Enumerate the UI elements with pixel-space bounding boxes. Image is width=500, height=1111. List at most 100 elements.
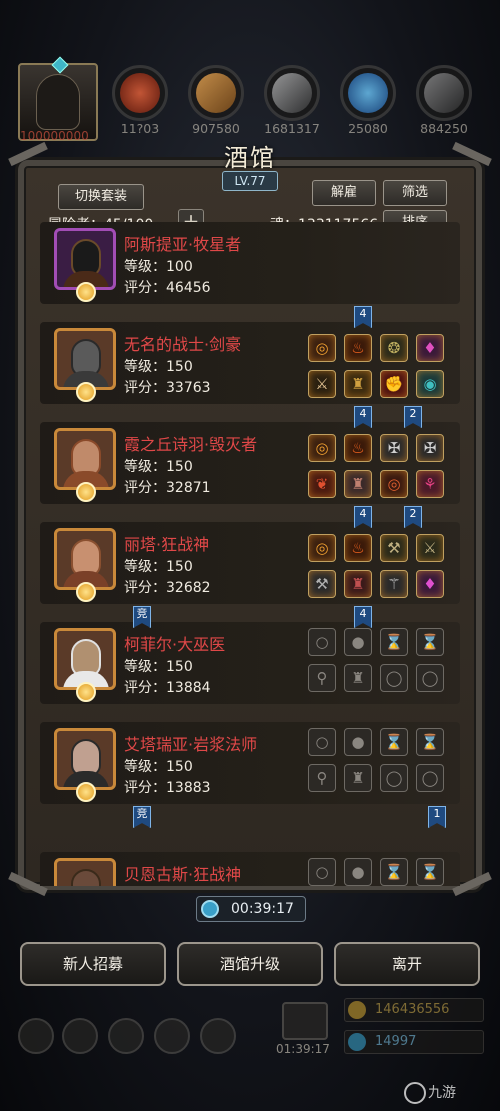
menu-icon[interactable] — [18, 1018, 54, 1054]
leave-button[interactable]: 离开 — [334, 942, 480, 986]
hero-face — [71, 869, 101, 886]
armor-icon[interactable]: ♜ — [344, 570, 372, 598]
ring-icon[interactable]: ◎ — [308, 534, 336, 562]
anvil-icon[interactable] — [264, 65, 320, 121]
hero-card[interactable]: 霞之丘诗羽·毁灭者 等级：150 评分：32871 ◎ ♨ ✠ ✠ ❦ ♜ ◎ … — [40, 422, 460, 504]
arena-tag: 竞 — [133, 806, 151, 828]
hero-card[interactable]: 艾塔瑞亚·岩浆法师 等级：150 评分：13883 ○ ● ⌛ ⌛ ⚲ ♜ ◯ … — [40, 722, 460, 804]
hero-name: 贝恩古斯·狂战神 — [124, 865, 242, 884]
armor-icon[interactable]: ♜ — [344, 370, 372, 398]
ring-icon[interactable]: ◎ — [380, 470, 408, 498]
orb-ring-icon[interactable]: ◉ — [416, 370, 444, 398]
empty-armor-slot-icon[interactable]: ♜ — [344, 764, 372, 792]
hero-portrait — [54, 228, 116, 290]
hero-card[interactable]: 无名的战士·剑豪 等级：150 评分：33763 ◎ ♨ ❂ ♦ ⚔ ♜ ✊ ◉ — [40, 322, 460, 404]
watermark-logo-icon — [404, 1082, 426, 1104]
treasure-chest-icon[interactable] — [282, 1002, 328, 1040]
flame-icon[interactable]: ♨ — [344, 334, 372, 362]
hero-level: 等级：100 — [124, 259, 193, 275]
flame-icon[interactable]: ♨ — [344, 534, 372, 562]
empty-ring-slot-icon[interactable]: ◯ — [416, 664, 444, 692]
set-count-tag: 1 — [428, 806, 446, 828]
gem-value: 14997 — [375, 1034, 417, 1049]
empty-staff-slot-icon[interactable]: ⚲ — [308, 664, 336, 692]
hero-portrait — [54, 858, 116, 886]
menu-icon[interactable] — [62, 1018, 98, 1054]
empty-drop-slot-icon[interactable]: ● — [344, 858, 372, 886]
sword-icon[interactable]: ⚔ — [308, 370, 336, 398]
armor-icon[interactable]: ♜ — [344, 470, 372, 498]
hero-score: 评分：46456 — [124, 280, 211, 296]
hero-name: 艾塔瑞亚·岩浆法师 — [124, 735, 258, 754]
empty-ring-slot-icon[interactable]: ○ — [308, 728, 336, 756]
clock-icon — [201, 900, 219, 918]
empty-staff-slot-icon[interactable]: ⚲ — [308, 764, 336, 792]
hero-level: 等级：150 — [124, 759, 193, 775]
hero-name: 阿斯提亚·牧星者 — [124, 235, 242, 254]
boots-icon[interactable]: ⚘ — [416, 470, 444, 498]
hero-card[interactable]: 丽塔·狂战神 等级：150 评分：32682 ◎ ♨ ⚒ ⚔ ⚒ ♜ ⚚ ♦ — [40, 522, 460, 604]
flame-icon[interactable]: ♨ — [344, 434, 372, 462]
potion-icon[interactable]: ♦ — [416, 334, 444, 362]
hero-card[interactable]: 阿斯提亚·牧星者 等级：100 评分：46456 — [40, 222, 460, 304]
empty-necklace-slot-icon[interactable]: ⌛ — [380, 628, 408, 656]
empty-necklace-slot-icon[interactable]: ⌛ — [416, 858, 444, 886]
amulet-icon[interactable]: ❂ — [380, 334, 408, 362]
resource-bar: 100000000 11?03 907580 1681317 25080 884… — [0, 55, 500, 143]
player-power: 100000000 — [20, 129, 89, 143]
rank-sun-icon — [76, 282, 96, 302]
hero-card[interactable]: 贝恩古斯·狂战神 ○ ● ⌛ ⌛ — [40, 852, 460, 886]
scroll-icon[interactable] — [188, 65, 244, 121]
resource-value: 25080 — [348, 121, 388, 136]
mace-icon[interactable]: ⚒ — [380, 534, 408, 562]
gauntlet-icon[interactable]: ✊ — [380, 370, 408, 398]
hero-level: 等级：150 — [124, 459, 193, 475]
rank-sun-icon — [76, 682, 96, 702]
fire-orb-icon[interactable] — [112, 65, 168, 121]
rank-sun-icon — [76, 382, 96, 402]
hero-card[interactable]: 柯菲尔·大巫医 等级：150 评分：13884 ○ ● ⌛ ⌛ ⚲ ♜ ◯ ◯ — [40, 622, 460, 704]
necklace-icon[interactable]: ✠ — [416, 434, 444, 462]
empty-ring-slot-icon[interactable]: ◯ — [380, 764, 408, 792]
staff-icon[interactable]: ⚚ — [380, 570, 408, 598]
ring-icon[interactable]: ◎ — [308, 334, 336, 362]
resource-value: 884250 — [420, 121, 468, 136]
ring-icon[interactable]: ◎ — [308, 434, 336, 462]
resource-value: 907580 — [192, 121, 240, 136]
menu-icon[interactable] — [108, 1018, 144, 1054]
recruit-button[interactable]: 新人招募 — [20, 942, 166, 986]
menu-icon[interactable] — [154, 1018, 190, 1054]
empty-ring-slot-icon[interactable]: ◯ — [416, 764, 444, 792]
empty-drop-slot-icon[interactable]: ● — [344, 628, 372, 656]
empty-ring-slot-icon[interactable]: ○ — [308, 628, 336, 656]
empty-ring-slot-icon[interactable]: ○ — [308, 858, 336, 886]
crystal-icon[interactable] — [340, 65, 396, 121]
hero-list[interactable]: 阿斯提亚·牧星者 等级：100 评分：46456 无名的战士·剑豪 等级：150… — [40, 222, 460, 886]
empty-necklace-slot-icon[interactable]: ⌛ — [416, 628, 444, 656]
empty-armor-slot-icon[interactable]: ♜ — [344, 664, 372, 692]
dismiss-button[interactable]: 解雇 — [312, 180, 376, 206]
menu-icon[interactable] — [200, 1018, 236, 1054]
gold-counter: 146436556 — [344, 998, 484, 1022]
empty-ring-slot-icon[interactable]: ◯ — [380, 664, 408, 692]
gold-coin-icon — [348, 1001, 366, 1019]
gold-value: 146436556 — [375, 1002, 450, 1017]
axe-icon[interactable]: ⚒ — [308, 570, 336, 598]
switch-outfit-button[interactable]: 切换套装 — [58, 184, 144, 210]
hero-portrait — [54, 428, 116, 490]
hero-level: 等级：150 — [124, 659, 193, 675]
claw-icon[interactable]: ❦ — [308, 470, 336, 498]
empty-necklace-slot-icon[interactable]: ⌛ — [380, 858, 408, 886]
empty-drop-slot-icon[interactable]: ● — [344, 728, 372, 756]
hero-portrait — [54, 628, 116, 690]
empty-necklace-slot-icon[interactable]: ⌛ — [380, 728, 408, 756]
hero-portrait — [54, 328, 116, 390]
filter-button[interactable]: 筛选 — [383, 180, 447, 206]
rank-sun-icon — [76, 582, 96, 602]
upgrade-tavern-button[interactable]: 酒馆升级 — [177, 942, 323, 986]
twin-blade-icon[interactable]: ⚔ — [416, 534, 444, 562]
hammer-icon[interactable] — [416, 65, 472, 121]
empty-necklace-slot-icon[interactable]: ⌛ — [416, 728, 444, 756]
necklace-icon[interactable]: ✠ — [380, 434, 408, 462]
gem-icon[interactable]: ♦ — [416, 570, 444, 598]
